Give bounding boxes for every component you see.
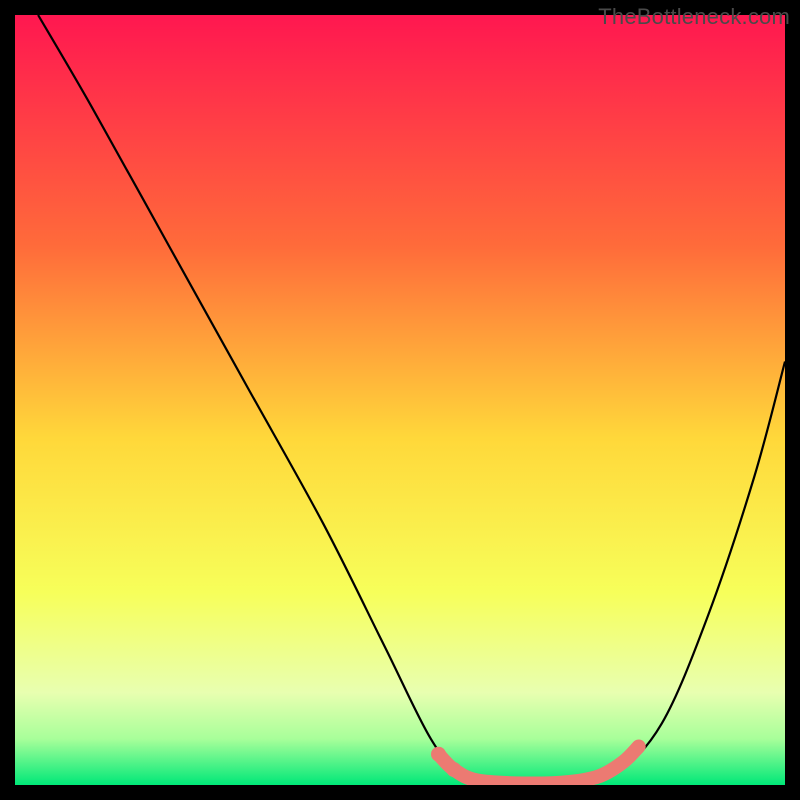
highlight-dot [446,762,461,777]
chart-area [15,15,785,785]
bottleneck-chart [15,15,785,785]
watermark-text: TheBottleneck.com [598,4,790,30]
highlight-dot [431,747,446,762]
gradient-background [15,15,785,785]
